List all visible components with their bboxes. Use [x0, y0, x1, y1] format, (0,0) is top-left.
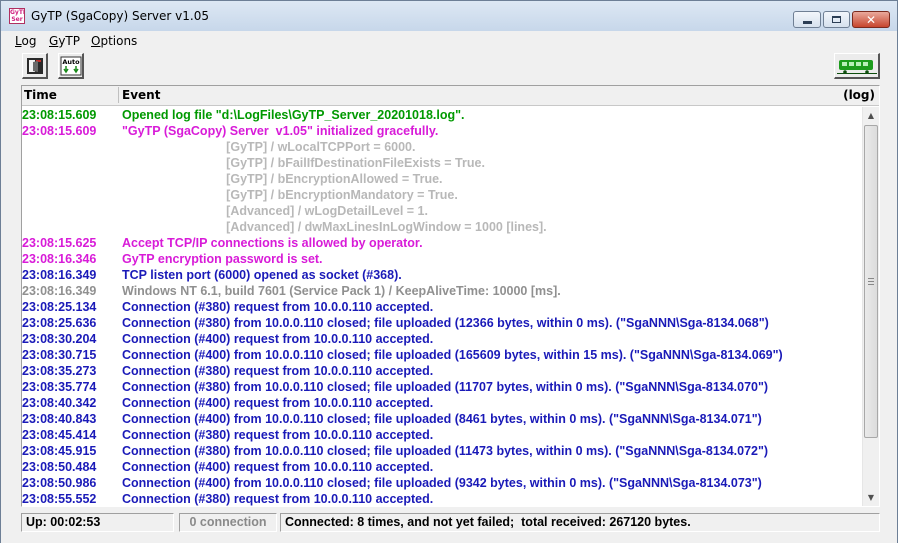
menu-log[interactable]: Log	[15, 34, 36, 48]
log-event-cell: [GyTP] / bEncryptionMandatory = True.	[122, 188, 458, 202]
log-event-cell: Opened log file "d:\LogFiles\GyTP_Server…	[122, 108, 465, 122]
log-event-cell: Connection (#400) request from 10.0.0.11…	[122, 460, 434, 474]
scroll-up-arrow-icon[interactable]: ▲	[863, 107, 879, 124]
log-time-cell: 23:08:15.609	[22, 108, 97, 122]
minimize-icon	[802, 21, 812, 24]
menu-bar: Log GyTP Options	[1, 31, 897, 51]
maximize-button[interactable]	[823, 11, 850, 28]
log-event-cell: [Advanced] / dwMaxLinesInLogWindow = 100…	[122, 220, 547, 234]
log-event-cell: Connection (#380) request from 10.0.0.11…	[122, 428, 434, 442]
toolbar: Auto	[1, 52, 897, 82]
close-button[interactable]: ✕	[852, 11, 890, 28]
log-event-cell: Connection (#380) from 10.0.0.110 closed…	[122, 380, 769, 394]
log-time-cell: 23:08:25.636	[22, 316, 97, 330]
log-event-cell: Connection (#380) from 10.0.0.110 closed…	[122, 316, 769, 330]
app-icon[interactable]: GyTP Ser	[9, 8, 25, 24]
log-time-cell: 23:08:15.609	[22, 124, 97, 138]
log-time-cell: 23:08:30.204	[22, 332, 97, 346]
log-event-cell: Connection (#380) request from 10.0.0.11…	[122, 300, 434, 314]
menu-options-label: ptions	[100, 34, 138, 48]
column-header-log[interactable]: (log)	[843, 88, 875, 102]
exit-button[interactable]	[22, 53, 48, 79]
auto-button[interactable]: Auto	[58, 53, 84, 79]
scroll-down-arrow-icon[interactable]: ▼	[863, 489, 879, 506]
grip-icon	[868, 278, 874, 285]
minimize-button[interactable]	[793, 11, 821, 28]
log-event-cell: [GyTP] / wLocalTCPPort = 6000.	[122, 140, 416, 154]
uptime-status: Up: 00:02:53	[21, 513, 174, 532]
log-event-cell: TCP listen port (6000) opened as socket …	[122, 268, 402, 282]
grid-header: Time Event (log)	[22, 86, 879, 106]
title-bar[interactable]: GyTP Ser GyTP (SgaCopy) Server v1.05 ✕	[1, 1, 897, 31]
log-event-cell: Connection (#380) from 10.0.0.110 closed…	[122, 444, 769, 458]
log-time-cell: 23:08:30.715	[22, 348, 97, 362]
log-event-cell: [GyTP] / bEncryptionAllowed = True.	[122, 172, 443, 186]
exit-door-icon	[26, 57, 43, 74]
connection-count-status: 0 connection	[179, 513, 277, 532]
main-window: GyTP Ser GyTP (SgaCopy) Server v1.05 ✕ L…	[0, 0, 898, 543]
log-event-cell: Accept TCP/IP connections is allowed by …	[122, 236, 423, 250]
column-header-time[interactable]: Time	[24, 88, 57, 102]
log-time-cell: 23:08:16.346	[22, 252, 97, 266]
log-time-cell: 23:08:40.843	[22, 412, 97, 426]
connection-indicator-button[interactable]	[834, 53, 880, 79]
log-event-cell: [Advanced] / wLogDetailLevel = 1.	[122, 204, 428, 218]
column-divider[interactable]	[118, 87, 119, 103]
log-time-cell: 23:08:40.342	[22, 396, 97, 410]
menu-options[interactable]: Options	[91, 34, 137, 48]
log-time-cell: 23:08:16.349	[22, 284, 97, 298]
log-time-cell: 23:08:15.625	[22, 236, 97, 250]
connection-summary-status: Connected: 8 times, and not yet failed; …	[280, 513, 880, 532]
log-list[interactable]: 23:08:15.609 Opened log file "d:\LogFiles…	[22, 107, 862, 506]
log-time-cell: 23:08:25.134	[22, 300, 97, 314]
auto-label: Auto	[62, 58, 80, 66]
log-event-cell: GyTP encryption password is set.	[122, 252, 323, 266]
train-icon	[836, 59, 877, 74]
menu-gytp-label: yTP	[58, 34, 80, 48]
log-event-cell: Connection (#400) request from 10.0.0.11…	[122, 332, 434, 346]
log-time-cell: 23:08:16.349	[22, 268, 97, 282]
log-event-cell: Connection (#400) from 10.0.0.110 closed…	[122, 476, 762, 490]
log-time-cell: 23:08:45.414	[22, 428, 97, 442]
column-header-event[interactable]: Event	[122, 88, 160, 102]
log-event-cell: Connection (#400) from 10.0.0.110 closed…	[122, 348, 783, 362]
log-event-cell: Connection (#400) from 10.0.0.110 closed…	[122, 412, 762, 426]
maximize-icon	[832, 16, 841, 23]
log-event-cell: Connection (#380) request from 10.0.0.11…	[122, 492, 434, 506]
log-event-cell: Connection (#380) request from 10.0.0.11…	[122, 364, 434, 378]
log-time-cell: 23:08:50.484	[22, 460, 97, 474]
log-event-cell: Connection (#400) request from 10.0.0.11…	[122, 396, 434, 410]
event-log-grid: Time Event (log) 23:08:15.609 Opened log …	[21, 85, 880, 507]
menu-log-label: og	[21, 34, 37, 48]
log-event-cell: [GyTP] / bFailIfDestinationFileExists = …	[122, 156, 485, 170]
close-icon: ✕	[865, 12, 877, 27]
log-time-cell: 23:08:35.774	[22, 380, 97, 394]
log-time-cell: 23:08:50.986	[22, 476, 97, 490]
vertical-scrollbar[interactable]: ▲ ▼	[862, 107, 879, 506]
log-time-cell: 23:08:55.552	[22, 492, 97, 506]
log-event-cell: "GyTP (SgaCopy) Server v1.05" initialize…	[122, 124, 439, 138]
log-time-cell: 23:08:45.915	[22, 444, 97, 458]
window-title: GyTP (SgaCopy) Server v1.05	[31, 9, 209, 23]
status-bar: Up: 00:02:53 0 connection Connected: 8 t…	[1, 511, 897, 543]
auto-download-icon: Auto	[60, 56, 81, 75]
scroll-thumb[interactable]	[864, 125, 878, 438]
menu-gytp[interactable]: GyTP	[49, 34, 80, 48]
log-time-cell: 23:08:35.273	[22, 364, 97, 378]
log-event-cell: Windows NT 6.1, build 7601 (Service Pack…	[122, 284, 561, 298]
menu-gytp-accelerator: G	[49, 34, 59, 48]
